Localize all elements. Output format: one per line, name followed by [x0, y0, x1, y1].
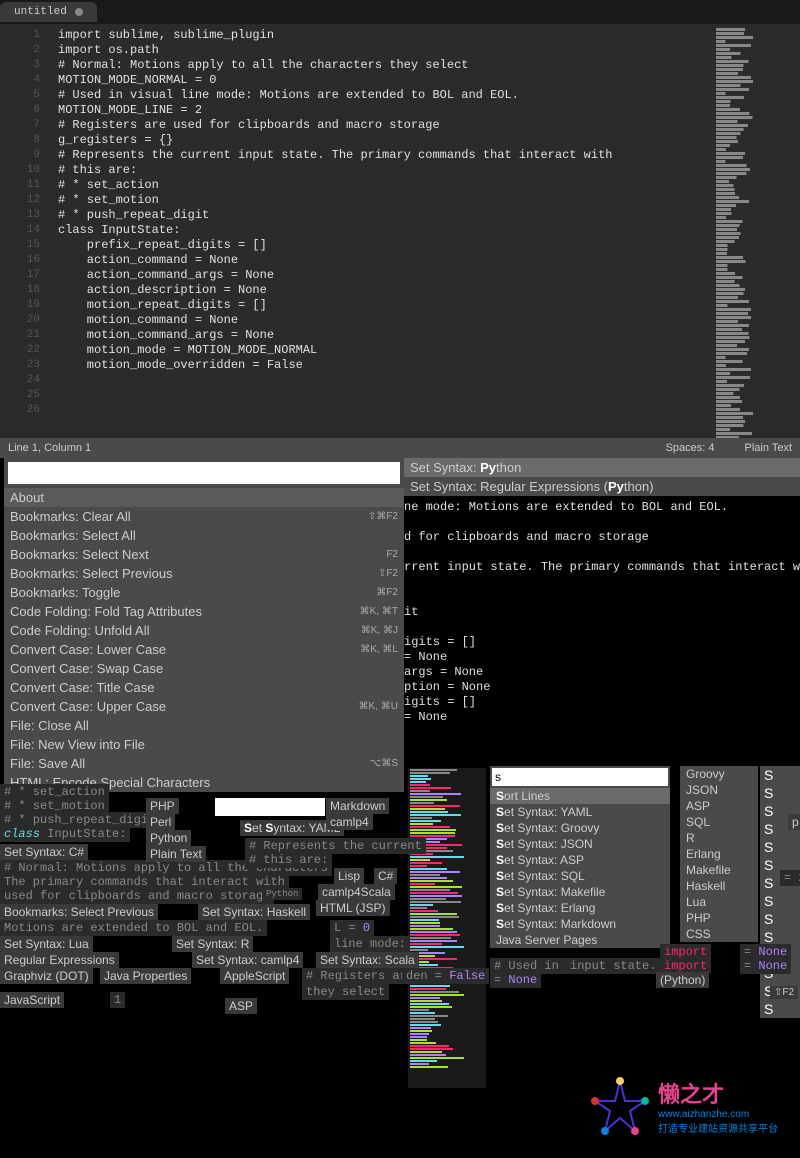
frag-csharp[interactable]: C#: [374, 868, 397, 884]
frag-none3: = None: [490, 972, 541, 988]
frag-lisp[interactable]: Lisp: [334, 868, 364, 884]
logo-star-icon: [590, 1076, 650, 1136]
frag-perl[interactable]: Perl: [146, 814, 175, 830]
syntax-item[interactable]: Set Syntax: Python: [404, 458, 800, 477]
tab-untitled[interactable]: untitled: [0, 2, 97, 22]
frag-asp[interactable]: ASP: [225, 998, 257, 1014]
frag-p: p: [788, 814, 800, 830]
palette-item[interactable]: File: New View into File: [4, 735, 404, 754]
command-palette-input[interactable]: [8, 462, 400, 484]
frag-python-paren[interactable]: (Python): [656, 972, 709, 988]
frag-denfalse: den = False: [402, 968, 489, 984]
frag-select-prev[interactable]: Bookmarks: Select Previous: [0, 904, 158, 920]
palette-item[interactable]: Bookmarks: Select NextF2: [4, 545, 404, 564]
frag-l-zero: L = 0: [330, 920, 374, 936]
frag-html-jsp[interactable]: HTML (JSP): [316, 900, 390, 916]
palette-item[interactable]: Convert Case: Swap Case: [4, 659, 404, 678]
frag-scala[interactable]: Set Syntax: Scala: [316, 952, 419, 968]
palette-overlay-area: Set Syntax: PythonSet Syntax: Regular Ex…: [0, 458, 800, 1158]
status-spaces[interactable]: Spaces: 4: [666, 442, 715, 454]
frag-javascript[interactable]: JavaScript: [0, 992, 64, 1008]
palette-item[interactable]: Code Folding: Unfold All⌘K, ⌘J: [4, 621, 404, 640]
frag-r[interactable]: Set Syntax: R: [172, 936, 253, 952]
frag-none2: = None: [740, 958, 791, 974]
logo-text: 懒之才: [658, 1077, 778, 1109]
status-bar: Line 1, Column 1 Spaces: 4 Plain Text: [0, 438, 800, 458]
palette-item[interactable]: Convert Case: Upper Case⌘K, ⌘U: [4, 697, 404, 716]
palette-item[interactable]: Bookmarks: Select Previous⇧F2: [4, 564, 404, 583]
frag-class-input: class InputState:: [0, 826, 130, 842]
palette-item[interactable]: Bookmarks: Toggle⌘F2: [4, 583, 404, 602]
frag-graphviz[interactable]: Graphviz (DOT): [0, 968, 93, 984]
frag-plaintext[interactable]: Plain Text: [146, 846, 206, 862]
tab-title: untitled: [14, 6, 67, 18]
palette-item[interactable]: Convert Case: Title Case: [4, 678, 404, 697]
frag-f2: ⇧F2: [770, 986, 798, 999]
palette-item[interactable]: Convert Case: Lower Case⌘K, ⌘L: [4, 640, 404, 659]
frag-python-tag: Python: [262, 888, 302, 900]
frag-input-box[interactable]: [215, 798, 325, 816]
line-gutter: 1234567891011121314151617181920212223242…: [0, 24, 50, 438]
palette-item[interactable]: Bookmarks: Select All: [4, 526, 404, 545]
logo-url: www.aizhanzhe.com: [658, 1109, 778, 1120]
code-content[interactable]: import sublime, sublime_pluginimport os.…: [50, 24, 710, 438]
palette-item[interactable]: File: Close All: [4, 716, 404, 735]
code-editor[interactable]: 1234567891011121314151617181920212223242…: [0, 24, 800, 438]
palette-item[interactable]: Code Folding: Fold Tag Attributes⌘K, ⌘T: [4, 602, 404, 621]
frag-registers: # Registers are: [302, 968, 418, 984]
watermark-logo: 懒之才 www.aizhanzhe.com 打造专业建站资源共享平台: [590, 1066, 790, 1146]
frag-set-csharp[interactable]: Set Syntax: C#: [0, 844, 88, 860]
palette-item[interactable]: Bookmarks: Clear All⇧⌘F2: [4, 507, 404, 526]
frag-extended: Motions are extended to BOL and EOL.: [0, 920, 267, 936]
frag-clipboard: used for clipboards and macro storage: [0, 888, 274, 904]
status-syntax[interactable]: Plain Text: [745, 442, 793, 454]
frag-camlscala[interactable]: camlp4Scala: [318, 884, 395, 900]
frag-applescript[interactable]: AppleScript: [220, 968, 289, 984]
frag-one: 1: [110, 992, 125, 1008]
frag-this-are: # this are:: [245, 852, 332, 868]
syntax-item[interactable]: Set Syntax: Regular Expressions (Python): [404, 477, 800, 496]
frag-php[interactable]: PHP: [146, 798, 179, 814]
frag-camlp4-2[interactable]: camlp4: [326, 814, 373, 830]
background-code: ne mode: Motions are extended to BOL and…: [404, 500, 800, 725]
logo-sub: 打造专业建站资源共享平台: [658, 1120, 778, 1135]
frag-eq2: = 2: [780, 870, 800, 886]
frag-regex[interactable]: Regular Expressions: [0, 952, 119, 968]
frag-haskell[interactable]: Set Syntax: Haskell: [198, 904, 310, 920]
frag-linemode: line mode:: [330, 936, 410, 952]
frag-markdown[interactable]: Markdown: [326, 798, 389, 814]
tab-modified-icon: [75, 8, 83, 16]
status-position: Line 1, Column 1: [8, 442, 666, 454]
frag-camlp4[interactable]: Set Syntax: camlp4: [192, 952, 303, 968]
frag-python[interactable]: Python: [146, 830, 191, 846]
palette-item[interactable]: About: [4, 488, 404, 507]
frag-theyselect: they select: [302, 984, 389, 1000]
minimap[interactable]: [710, 24, 800, 438]
frag-javaprops[interactable]: Java Properties: [100, 968, 191, 984]
frag-input-state: input state.: [566, 958, 660, 974]
frag-lua[interactable]: Set Syntax: Lua: [0, 936, 93, 952]
syntax-palette: Set Syntax: PythonSet Syntax: Regular Ex…: [404, 458, 800, 496]
tab-bar: untitled: [0, 0, 800, 24]
command-palette: AboutBookmarks: Clear All⇧⌘F2Bookmarks: …: [4, 458, 404, 792]
